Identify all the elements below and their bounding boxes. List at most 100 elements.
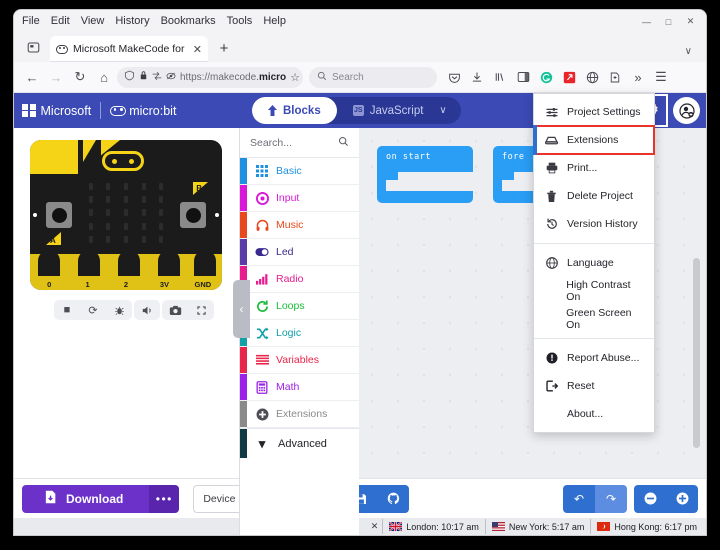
chevron-down-icon[interactable]: ∨ <box>439 105 460 116</box>
minimize-icon[interactable]: — <box>637 13 656 30</box>
button-b[interactable] <box>180 202 206 228</box>
menu-item-print[interactable]: Print... <box>534 154 654 182</box>
overflow-icon[interactable]: » <box>627 66 649 88</box>
lock-icon[interactable] <box>139 70 148 84</box>
menu-item-language[interactable]: Language <box>534 249 654 277</box>
screenshot-root: File Edit View History Bookmarks Tools H… <box>0 0 720 550</box>
github-button[interactable] <box>377 484 410 513</box>
close-icon[interactable]: ✕ <box>367 521 383 532</box>
sidebar-item-music[interactable]: Music <box>240 212 359 239</box>
tab-javascript[interactable]: JS JavaScript <box>337 97 440 124</box>
browser-tab[interactable]: Microsoft MakeCode for ✕ <box>50 36 208 62</box>
clock-new-york[interactable]: New York: 5:17 am <box>484 519 591 534</box>
downloads-icon[interactable] <box>466 66 488 88</box>
sidebar-item-led[interactable]: Led <box>240 239 359 266</box>
download-button[interactable]: Download <box>22 484 150 513</box>
clock-hong-kong[interactable]: Hong Kong: 6:17 pm <box>590 519 703 534</box>
shield-icon[interactable] <box>124 70 135 84</box>
menu-item-about[interactable]: About... <box>534 400 654 428</box>
download-more-button[interactable]: ••• <box>149 484 180 513</box>
microbit-logo[interactable]: micro:bit <box>110 104 176 118</box>
big-pin-0[interactable] <box>38 250 60 276</box>
menubar-item-edit[interactable]: Edit <box>51 15 70 27</box>
browser-extension-icons: » ☰ <box>443 66 672 88</box>
menu-item-extensions[interactable]: Extensions <box>533 125 655 155</box>
category-color-music <box>240 212 247 238</box>
tab-blocks[interactable]: Blocks <box>252 97 337 124</box>
menubar-item-view[interactable]: View <box>81 15 105 27</box>
sidebar-icon[interactable] <box>512 66 534 88</box>
new-tab-button[interactable]: + <box>212 35 236 61</box>
headphones-icon <box>255 218 269 232</box>
menu-item-report-abuse[interactable]: Report Abuse... <box>534 344 654 372</box>
url-bar[interactable]: https://makecode.micro ☆ <box>117 66 303 88</box>
permissions-icon[interactable] <box>152 71 162 84</box>
sidebar-item-loops[interactable]: Loops <box>240 293 359 320</box>
menubar-item-file[interactable]: File <box>22 15 40 27</box>
home-icon[interactable]: ⌂ <box>93 66 115 88</box>
debug-icon[interactable] <box>106 300 132 320</box>
back-icon[interactable]: ← <box>21 66 43 88</box>
button-a[interactable] <box>46 202 72 228</box>
menu-item-green-screen[interactable]: Green Screen On <box>534 305 654 333</box>
sidebar-item-math[interactable]: Math <box>240 374 359 401</box>
chevron-down-icon[interactable]: ∨ <box>685 46 692 57</box>
menu-item-project-settings[interactable]: Project Settings <box>534 98 654 126</box>
sidebar-item-input[interactable]: Input <box>240 185 359 212</box>
library-icon[interactable] <box>489 66 511 88</box>
fullscreen-icon[interactable] <box>188 300 214 320</box>
app-menu-icon[interactable]: ☰ <box>650 66 672 88</box>
menu-item-reset[interactable]: Reset <box>534 372 654 400</box>
zoom-in-button[interactable] <box>666 484 698 513</box>
toolbox-search[interactable]: Search... <box>240 128 359 158</box>
zoom-out-button[interactable] <box>634 484 666 513</box>
workspace-vertical-scrollbar[interactable] <box>693 258 700 448</box>
bookmark-star-icon[interactable]: ☆ <box>290 71 300 84</box>
mute-icon[interactable] <box>134 300 160 320</box>
sidebar-item-radio[interactable]: Radio <box>240 266 359 293</box>
search-input[interactable]: Search <box>309 66 437 88</box>
big-pin-2[interactable] <box>118 250 140 276</box>
reload-icon[interactable]: ↻ <box>69 66 91 88</box>
menubar-item-tools[interactable]: Tools <box>227 15 253 27</box>
forward-icon[interactable]: → <box>45 66 67 88</box>
close-icon[interactable]: ✕ <box>681 13 700 30</box>
restart-icon[interactable]: ⟳ <box>80 300 106 320</box>
big-pin-3v[interactable] <box>158 250 180 276</box>
stop-icon[interactable]: ■ <box>54 300 80 320</box>
sidebar-item-variables[interactable]: Variables <box>240 347 359 374</box>
translate-icon[interactable] <box>581 66 603 88</box>
block-on-start[interactable]: on start <box>377 146 473 203</box>
menu-item-high-contrast[interactable]: High Contrast On <box>534 277 654 305</box>
save-to-pocket-icon[interactable] <box>604 66 626 88</box>
maximize-icon[interactable]: □ <box>659 13 678 30</box>
tracking-protection-icon[interactable] <box>166 71 176 84</box>
list-all-tabs-icon[interactable] <box>20 34 46 60</box>
microbit-simulator[interactable]: A B 0 1 2 3V GND <box>30 140 222 290</box>
sidebar-item-advanced[interactable]: ▾ Advanced <box>240 428 359 458</box>
pocket-icon[interactable] <box>443 66 465 88</box>
menubar-item-history[interactable]: History <box>115 15 149 27</box>
menu-item-delete-project[interactable]: Delete Project <box>534 182 654 210</box>
microsoft-logo[interactable]: Microsoft <box>22 104 91 118</box>
collapse-simulator-button[interactable]: ‹ <box>233 280 250 338</box>
screenshot-icon[interactable] <box>162 300 188 320</box>
big-pin-1[interactable] <box>78 250 100 276</box>
sidebar-item-label: Math <box>276 381 300 393</box>
menubar-item-bookmarks[interactable]: Bookmarks <box>161 15 216 27</box>
undo-button[interactable]: ↶ <box>563 484 595 513</box>
sidebar-item-logic[interactable]: Logic <box>240 320 359 347</box>
tab-close-icon[interactable]: ✕ <box>193 43 202 56</box>
clock-london[interactable]: London: 10:17 am <box>382 519 485 534</box>
menu-item-version-history[interactable]: Version History <box>534 210 654 238</box>
sidebar-item-extensions[interactable]: Extensions <box>240 401 359 428</box>
big-pin-gnd[interactable] <box>194 250 216 276</box>
grammarly-icon[interactable] <box>535 66 557 88</box>
account-icon[interactable] <box>673 97 700 124</box>
menubar-item-help[interactable]: Help <box>263 15 286 27</box>
redo-button[interactable]: ↷ <box>595 484 627 513</box>
category-color-advanced <box>240 429 247 458</box>
category-color-input <box>240 185 247 211</box>
adblock-icon[interactable] <box>558 66 580 88</box>
sidebar-item-basic[interactable]: Basic <box>240 158 359 185</box>
